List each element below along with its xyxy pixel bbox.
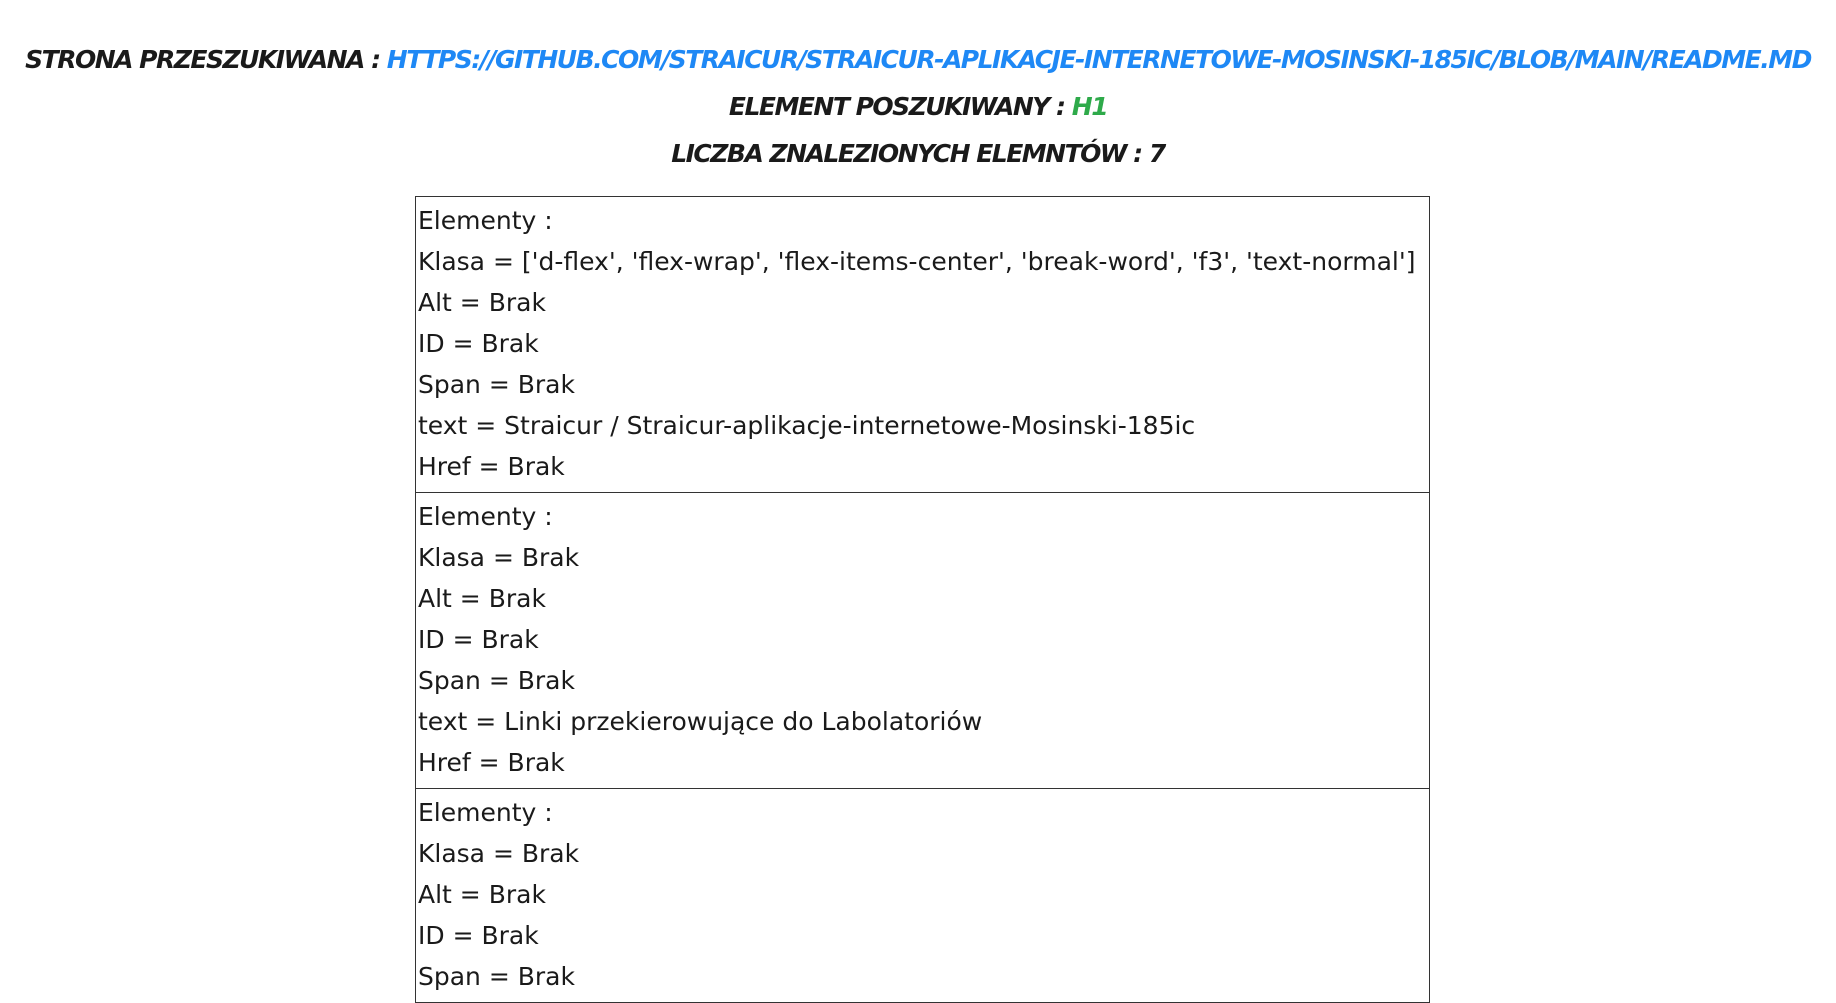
result-id: ID = Brak [418, 921, 539, 950]
result-alt: Alt = Brak [418, 288, 546, 317]
searched-page-line: Strona przeszukiwana : https://github.co… [0, 0, 1836, 83]
result-alt: Alt = Brak [418, 880, 546, 909]
found-count-line: Liczba znalezionych elemntów : 7 [0, 130, 1836, 177]
result-class: Klasa = Brak [418, 839, 580, 868]
searched-element-label: Element poszukiwany : [728, 92, 1072, 121]
searched-element-line: Element poszukiwany : h1 [0, 83, 1836, 130]
page-header: Strona przeszukiwana : https://github.co… [0, 0, 1836, 177]
results-table: Elementy : Klasa = ['d-flex', 'flex-wrap… [415, 196, 1430, 1003]
found-count-value: 7 [1148, 139, 1166, 168]
searched-element-value: h1 [1071, 92, 1109, 121]
result-text: text = Straicur / Straicur-aplikacje-int… [418, 411, 1196, 440]
result-text: text = Linki przekierowujące do Labolato… [418, 707, 983, 736]
result-id: ID = Brak [418, 329, 539, 358]
result-class: Klasa = ['d-flex', 'flex-wrap', 'flex-it… [418, 247, 1416, 276]
found-count-label: Liczba znalezionych elemntów : [671, 139, 1149, 168]
result-heading: Elementy : [418, 502, 553, 531]
result-id: ID = Brak [418, 625, 539, 654]
result-span: Span = Brak [418, 666, 575, 695]
result-item: Elementy : Klasa = Brak Alt = Brak ID = … [415, 493, 1430, 789]
result-span: Span = Brak [418, 370, 575, 399]
result-item: Elementy : Klasa = Brak Alt = Brak ID = … [415, 789, 1430, 1003]
result-item: Elementy : Klasa = ['d-flex', 'flex-wrap… [415, 196, 1430, 493]
result-span: Span = Brak [418, 962, 575, 991]
searched-page-url-link[interactable]: https://github.com/Straicur/Straicur-apl… [387, 45, 1813, 74]
result-href: Href = Brak [418, 748, 565, 777]
result-href: Href = Brak [418, 452, 565, 481]
result-heading: Elementy : [418, 206, 553, 235]
result-heading: Elementy : [418, 798, 553, 827]
result-class: Klasa = Brak [418, 543, 580, 572]
result-alt: Alt = Brak [418, 584, 546, 613]
searched-page-label: Strona przeszukiwana : [25, 45, 387, 74]
